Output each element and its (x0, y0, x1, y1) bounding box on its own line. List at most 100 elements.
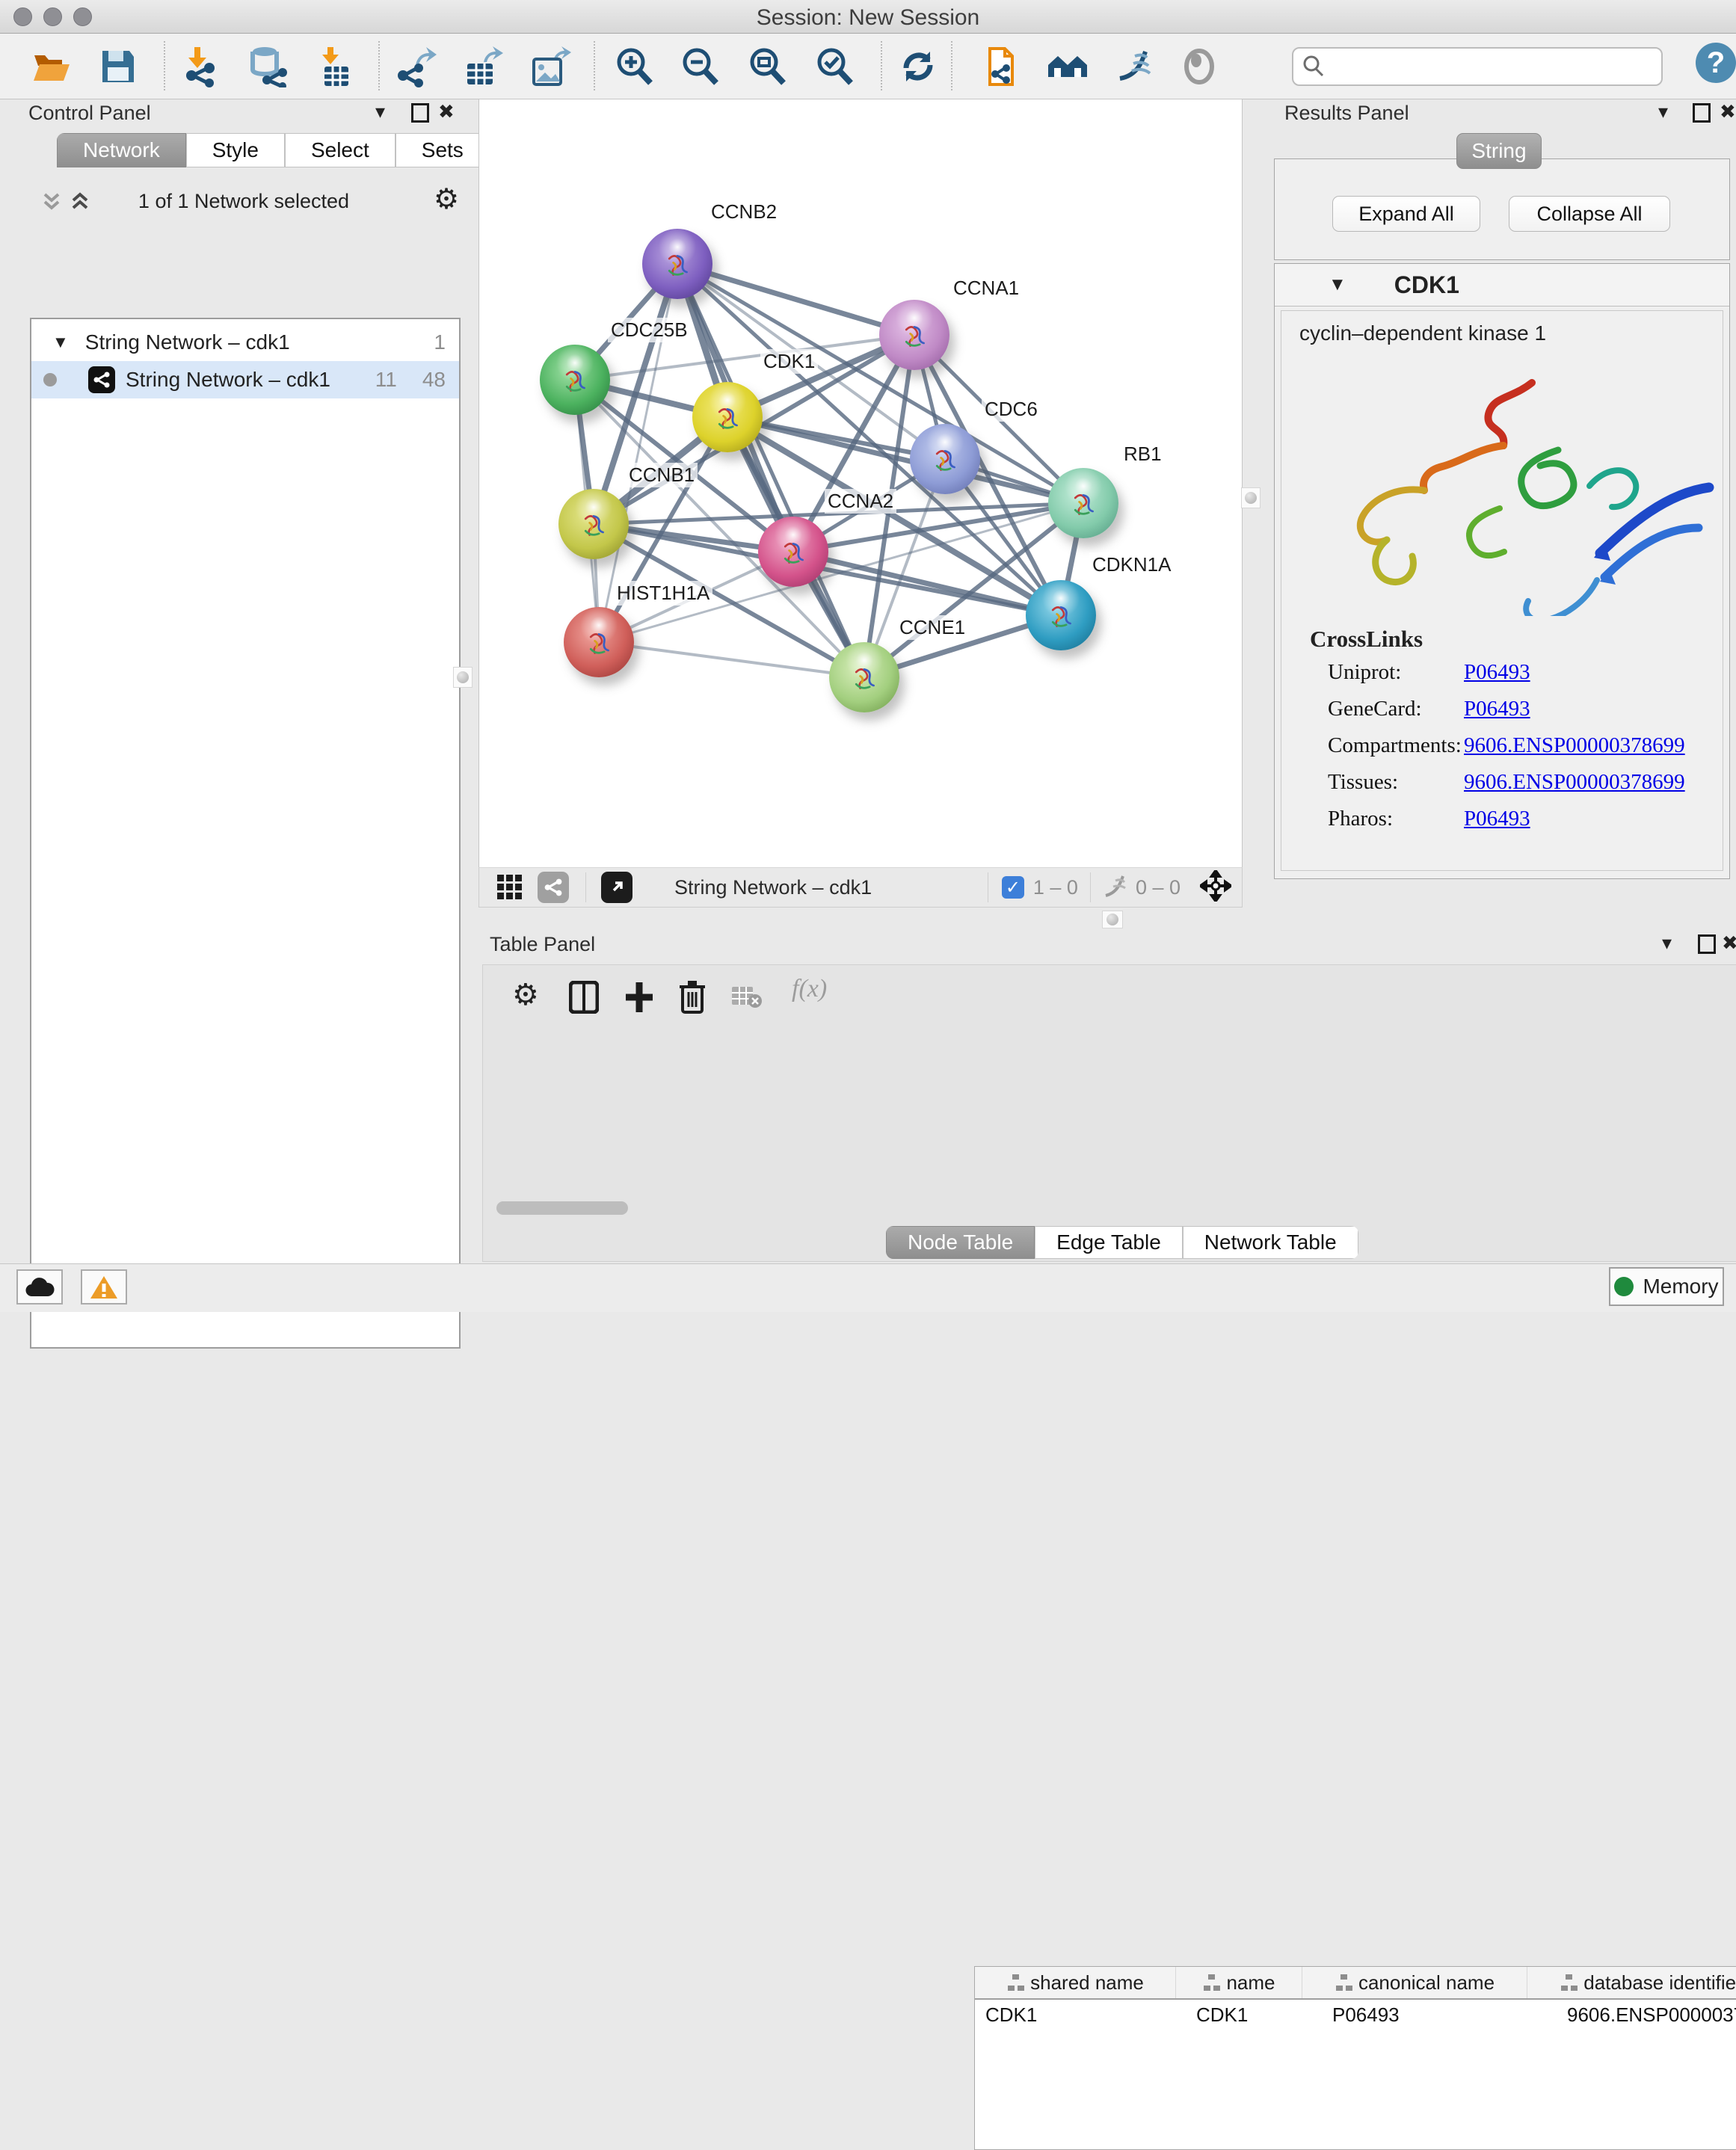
collapse-panel-icon[interactable]: ▾ (1662, 931, 1672, 955)
node-label-cdk1: CDK1 (760, 349, 818, 374)
warning-status-button[interactable] (81, 1269, 127, 1305)
network-node-cdc25b[interactable] (540, 345, 610, 415)
bar-separator (1090, 872, 1091, 902)
right-splitter-handle[interactable] (1241, 487, 1261, 508)
search-input[interactable] (1334, 55, 1661, 79)
network-node-ccna1[interactable] (879, 300, 949, 370)
import-network-file-icon[interactable] (181, 44, 226, 89)
export-table-icon[interactable] (460, 44, 505, 89)
table-gear-icon[interactable]: ⚙ (512, 978, 539, 1012)
tree-expander-icon[interactable]: ▼ (52, 333, 69, 352)
horizontal-scrollbar-thumb[interactable] (496, 1201, 628, 1215)
collapse-panel-icon[interactable]: ▾ (1658, 100, 1668, 123)
close-panel-icon[interactable]: ✖ (438, 100, 455, 123)
zoom-out-icon[interactable] (677, 44, 722, 89)
tab-string[interactable]: String (1456, 133, 1542, 169)
memory-status-dot (1614, 1277, 1634, 1296)
hidden-eye-icon[interactable] (1101, 873, 1130, 902)
tab-node-table[interactable]: Node Table (886, 1226, 1035, 1259)
network-node-ccna2[interactable] (758, 517, 828, 587)
close-panel-icon[interactable]: ✖ (1720, 100, 1736, 123)
crosslink-link[interactable]: P06493 (1464, 807, 1530, 831)
table-row[interactable]: CDK1CDK1P064939606.ENSP00000378699cyclin… (975, 2000, 1736, 2030)
tab-select[interactable]: Select (285, 133, 395, 167)
horizontal-splitter-handle[interactable] (1102, 911, 1123, 928)
float-panel-icon[interactable] (1693, 103, 1711, 123)
close-panel-icon[interactable]: ✖ (1722, 931, 1736, 955)
network-edge[interactable] (599, 642, 864, 677)
gene-description: cyclin–dependent kinase 1 (1299, 321, 1723, 345)
export-network-icon[interactable] (393, 44, 438, 89)
left-splitter-handle[interactable] (453, 667, 473, 688)
float-panel-icon[interactable] (1698, 934, 1716, 954)
status-bar: Memory (0, 1263, 1736, 1312)
network-row[interactable]: String Network – cdk1 11 48 (31, 361, 459, 398)
gene-expander-icon[interactable]: ▼ (1329, 274, 1346, 295)
help-icon[interactable]: ? (1696, 43, 1736, 83)
network-collection-row[interactable]: ▼ String Network – cdk1 1 (31, 324, 459, 361)
table-cell[interactable]: 9606.ENSP00000378699 (1557, 2000, 1736, 2030)
show-all-icon[interactable] (1177, 44, 1222, 89)
first-neighbors-icon[interactable] (1045, 44, 1090, 89)
crosslink-link[interactable]: P06493 (1464, 697, 1530, 721)
crosslink-link[interactable]: P06493 (1464, 660, 1530, 685)
export-publication-icon[interactable] (978, 44, 1023, 89)
open-session-icon[interactable] (28, 44, 73, 89)
tab-network-table[interactable]: Network Table (1183, 1226, 1358, 1259)
show-columns-icon[interactable] (569, 981, 599, 1017)
gene-header[interactable]: ▼ CDK1 (1275, 264, 1729, 307)
column-header-canonical-name[interactable]: canonical name (1302, 1967, 1527, 1998)
delete-column-icon[interactable] (678, 979, 707, 1017)
import-network-database-icon[interactable] (247, 44, 292, 89)
table-cell[interactable]: CDK1 (1186, 2000, 1322, 2030)
network-node-ccnb2[interactable] (642, 229, 712, 299)
collapse-all-button[interactable]: Collapse All (1509, 196, 1670, 232)
crosslink-link[interactable]: 9606.ENSP00000378699 (1464, 770, 1685, 795)
edge-count: 48 (422, 368, 446, 392)
results-panel-title: Results Panel (1284, 102, 1409, 125)
tab-sets[interactable]: Sets (395, 133, 490, 167)
import-table-icon[interactable] (314, 44, 359, 89)
collapse-panel-icon[interactable]: ▾ (375, 100, 385, 123)
network-node-cdkn1a[interactable] (1026, 580, 1096, 650)
network-edge[interactable] (677, 264, 914, 335)
cloud-status-button[interactable] (16, 1269, 63, 1305)
node-label-hist1h1a: HIST1H1A (614, 581, 712, 606)
tab-edge-table[interactable]: Edge Table (1035, 1226, 1183, 1259)
memory-button[interactable]: Memory (1609, 1267, 1724, 1306)
network-node-cdk1[interactable] (692, 382, 763, 452)
network-options-gear-icon[interactable]: ⚙ (434, 182, 459, 216)
network-view-bar: String Network – cdk1 ✓ 1 – 0 0 – 0 (478, 867, 1243, 908)
selected-checkbox-icon[interactable]: ✓ (1002, 876, 1024, 899)
open-in-window-icon[interactable] (601, 872, 632, 903)
network-node-cdc6[interactable] (910, 424, 980, 494)
tab-network[interactable]: Network (57, 133, 186, 167)
crosslink-link[interactable]: 9606.ENSP00000378699 (1464, 733, 1685, 758)
network-canvas[interactable]: CCNB2CCNA1CDC25BCDK1CDC6RB1CCNB1CCNA2CDK… (478, 99, 1243, 869)
birds-eye-share-icon[interactable] (538, 872, 569, 903)
save-session-icon[interactable] (96, 44, 141, 89)
hide-selection-icon[interactable] (1111, 44, 1156, 89)
export-image-icon[interactable] (528, 44, 573, 89)
grid-view-icon[interactable] (496, 872, 524, 904)
add-column-icon[interactable] (624, 981, 654, 1017)
zoom-selected-icon[interactable] (812, 44, 857, 89)
column-header-shared-name[interactable]: shared name (975, 1967, 1176, 1998)
zoom-fit-icon[interactable] (745, 44, 789, 89)
column-header-name[interactable]: name (1176, 1967, 1302, 1998)
float-panel-icon[interactable] (411, 103, 429, 123)
network-node-rb1[interactable] (1048, 468, 1118, 538)
toolbar-separator (378, 41, 380, 90)
zoom-in-icon[interactable] (612, 44, 656, 89)
refresh-view-icon[interactable] (896, 44, 941, 89)
expand-all-button[interactable]: Expand All (1332, 196, 1480, 232)
fit-content-icon[interactable] (1200, 870, 1231, 905)
network-node-hist1h1a[interactable] (564, 607, 634, 677)
network-node-ccne1[interactable] (829, 642, 899, 712)
network-node-ccnb1[interactable] (558, 489, 629, 559)
tab-style[interactable]: Style (186, 133, 285, 167)
table-cell[interactable]: P06493 (1322, 2000, 1557, 2030)
gene-detail-box: cyclin–dependent kinase 1 CrossLin (1281, 310, 1723, 871)
table-cell[interactable]: CDK1 (975, 2000, 1186, 2030)
column-header-database-identifier[interactable]: database identifier (1527, 1967, 1736, 1998)
